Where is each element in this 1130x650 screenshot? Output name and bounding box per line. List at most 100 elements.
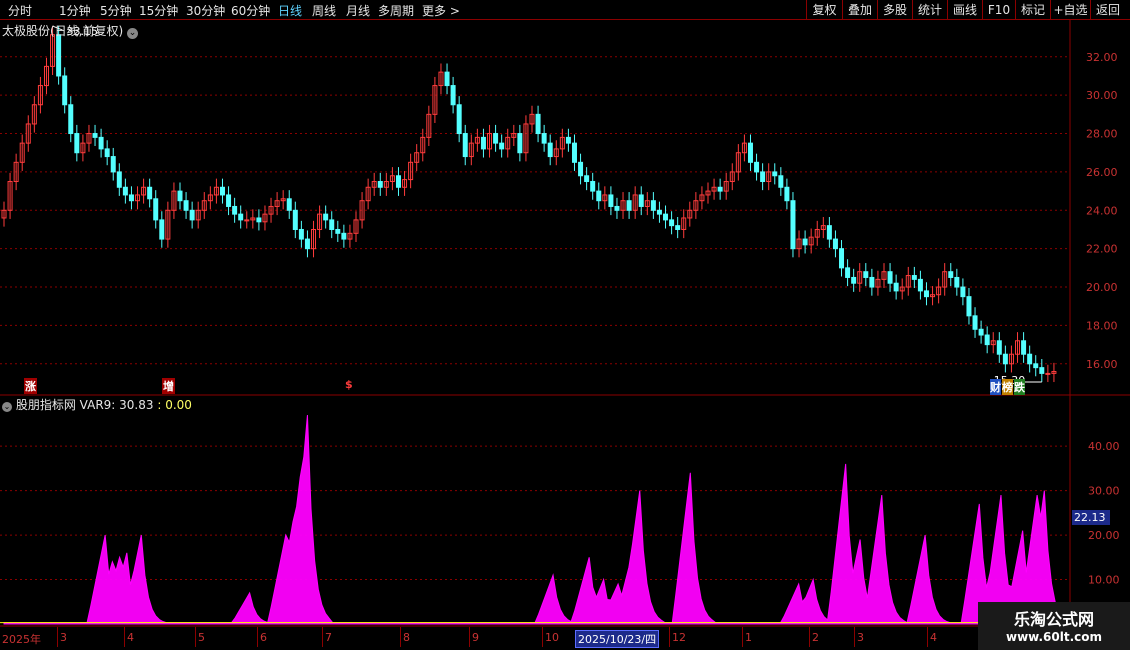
- candle-body: [832, 238, 838, 250]
- month-tick: [57, 627, 58, 647]
- overlay-button[interactable]: 叠加: [842, 0, 877, 20]
- month-tick-label: 3: [60, 631, 67, 644]
- indicator-tick-label: 40.00: [1088, 440, 1120, 453]
- period-more[interactable]: 更多 >: [422, 2, 460, 19]
- candle-body: [626, 200, 632, 211]
- month-tick-label: 10: [545, 631, 559, 644]
- candle-body: [189, 209, 195, 221]
- candle-body: [917, 278, 923, 292]
- watermark: 乐淘公式网 www.60lt.com: [978, 602, 1130, 650]
- candle-body: [74, 133, 80, 154]
- var9-label: VAR9: 30.83: [79, 398, 154, 412]
- candle-body: [377, 181, 383, 188]
- period-60min[interactable]: 60分钟: [231, 2, 270, 19]
- candle-body: [480, 136, 486, 150]
- mark-button[interactable]: 标记: [1015, 0, 1050, 20]
- candle-body: [656, 209, 662, 215]
- period-daily[interactable]: 日线: [278, 2, 302, 19]
- month-tick: [322, 627, 323, 647]
- chevron-down-icon[interactable]: ⌄: [127, 28, 139, 39]
- candle-body: [790, 200, 796, 250]
- add-watchlist-button[interactable]: +自选: [1050, 0, 1090, 20]
- candle-body: [760, 171, 766, 183]
- candle-body: [614, 205, 620, 211]
- candle-body: [298, 228, 304, 240]
- indicator-title: 股朋指标网: [15, 398, 76, 412]
- price-tick-label: 26.00: [1086, 166, 1118, 179]
- sub-panel-header: ⌄ 股朋指标网 VAR9: 30.83 : 0.00: [2, 396, 192, 413]
- draw-button[interactable]: 画线: [947, 0, 982, 20]
- stats-button[interactable]: 统计: [912, 0, 947, 20]
- candle-body: [456, 104, 462, 135]
- month-tick-label: 6: [260, 631, 267, 644]
- candle-body: [675, 225, 681, 230]
- fuquan-button[interactable]: 复权: [806, 0, 842, 20]
- candle-body: [499, 142, 505, 150]
- var-extra-label: : 0.00: [157, 398, 192, 412]
- month-tick: [542, 627, 543, 647]
- candle-body: [219, 186, 225, 196]
- period-1min[interactable]: 1分钟: [59, 2, 91, 19]
- period-5min[interactable]: 5分钟: [100, 2, 132, 19]
- candle-body: [923, 290, 929, 298]
- period-weekly[interactable]: 周线: [312, 2, 336, 19]
- period-fenshi[interactable]: 分时: [8, 2, 32, 19]
- candle-body: [341, 232, 347, 240]
- watermark-title: 乐淘公式网: [1013, 610, 1094, 629]
- candle-body: [578, 161, 584, 177]
- candle-body: [584, 175, 590, 183]
- candle-body: [92, 133, 98, 138]
- candle-body: [565, 136, 571, 144]
- price-tick-label: 20.00: [1086, 281, 1118, 294]
- candle-body: [669, 219, 675, 227]
- candle-body: [493, 133, 499, 144]
- candle-body: [177, 190, 183, 202]
- candle-body: [839, 248, 845, 269]
- candle-body: [754, 161, 760, 173]
- chart-area[interactable]: 32.00 30.00 28.00 26.00 24.00 22.00 20.00 18.00…: [0, 20, 1130, 630]
- candle-body: [1027, 353, 1033, 365]
- signal-bang: 榜: [1002, 379, 1013, 395]
- back-button[interactable]: 返回: [1090, 0, 1125, 20]
- indicator-tick-label: 20.00: [1088, 529, 1120, 542]
- signal-cai: 财: [990, 379, 1001, 395]
- multi-stock-button[interactable]: 多股: [877, 0, 912, 20]
- month-tick-label: 12: [672, 631, 686, 644]
- candle-body: [335, 228, 341, 234]
- candle-body: [62, 75, 68, 106]
- month-tick: [400, 627, 401, 647]
- candle-body: [547, 142, 553, 158]
- main-panel-header: 太极股份(日线,前复权) ⌄: [2, 22, 139, 39]
- candle-body: [238, 213, 244, 221]
- top-toolbar: 分时 1分钟 5分钟 15分钟 30分钟 60分钟 日线 周线 月线 多周期 更…: [0, 0, 1130, 20]
- candle-body: [395, 175, 401, 188]
- period-monthly[interactable]: 月线: [346, 2, 370, 19]
- signal-die: 跌: [1014, 379, 1025, 395]
- price-tick-label: 24.00: [1086, 204, 1118, 217]
- candle-body: [462, 133, 468, 158]
- month-tick: [742, 627, 743, 647]
- period-multi[interactable]: 多周期: [378, 2, 414, 19]
- candle-body: [1045, 372, 1051, 375]
- candle-body: [535, 113, 541, 135]
- candle-body: [826, 225, 832, 240]
- period-15min[interactable]: 15分钟: [139, 2, 178, 19]
- month-tick: [124, 627, 125, 647]
- candle-body: [450, 85, 456, 106]
- f10-button[interactable]: F10: [982, 0, 1015, 20]
- candle-body: [517, 133, 523, 154]
- candle-body: [323, 213, 329, 221]
- sub-panel-toggle-icon[interactable]: ⌄: [2, 402, 12, 412]
- candle-body: [663, 213, 669, 221]
- month-tick: [195, 627, 196, 647]
- month-tick: [257, 627, 258, 647]
- candle-body: [638, 194, 644, 207]
- candle-body: [590, 181, 596, 192]
- candle-body: [984, 334, 990, 346]
- year-label: 2025年: [2, 633, 41, 646]
- month-tick-label: 4: [930, 631, 937, 644]
- candle-body: [110, 156, 116, 173]
- candle-body: [893, 282, 899, 292]
- candle-body: [717, 186, 723, 192]
- period-30min[interactable]: 30分钟: [186, 2, 225, 19]
